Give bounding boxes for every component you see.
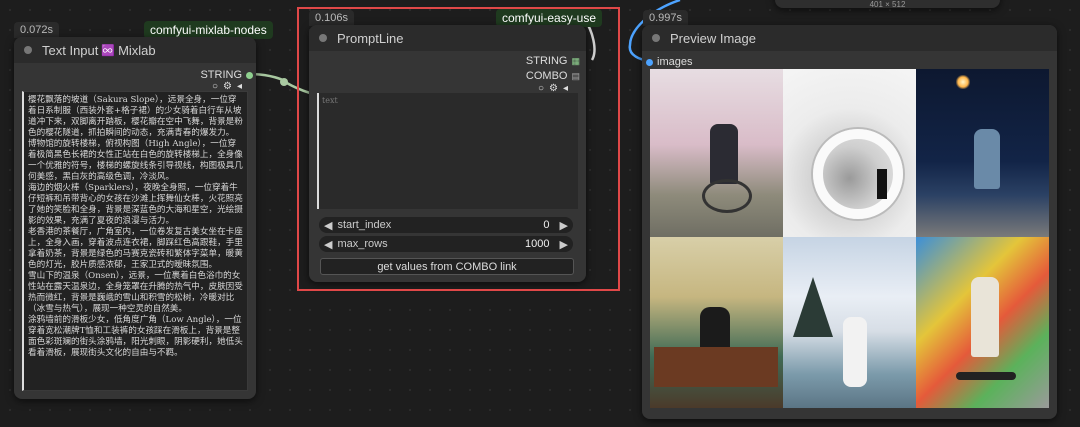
node-time-badge: 0.997s — [643, 10, 689, 26]
collapse-dot[interactable] — [24, 46, 32, 54]
text-input-node[interactable]: Text Input ♾️ Mixlab STRING ○ ⚙ ◂ 樱花飘落的坡… — [14, 37, 256, 399]
link-midpoint — [280, 78, 288, 86]
input-images[interactable]: images — [646, 56, 692, 68]
image-size-label: 401 × 512 — [869, 0, 906, 9]
node-title: Preview Image — [670, 30, 756, 46]
node-title-suffix: Mixlab — [118, 42, 156, 58]
infinity-icon: ♾️ — [101, 44, 116, 57]
partial-node-top[interactable]: 401 × 512 — [775, 0, 1000, 9]
preview-image-node[interactable]: Preview Image images — [642, 25, 1057, 419]
collapse-dot[interactable] — [652, 34, 660, 42]
preview-thumbnail[interactable] — [650, 237, 783, 408]
input-socket[interactable] — [646, 58, 653, 66]
preview-thumbnail[interactable] — [916, 69, 1049, 237]
output-socket[interactable] — [246, 71, 253, 79]
node-title-bar[interactable]: Text Input ♾️ Mixlab — [14, 37, 256, 63]
output-string[interactable]: STRING — [200, 69, 253, 81]
node-title-bar[interactable]: Preview Image — [642, 25, 1057, 51]
preview-thumbnail[interactable] — [783, 69, 916, 237]
preview-thumbnail[interactable] — [916, 237, 1049, 408]
node-title: Text Input — [42, 42, 99, 58]
selection-outline — [297, 7, 620, 291]
text-input-area[interactable]: 樱花飘落的坡道（Sakura Slope），远景全身，一位穿着日系制服（西装外套… — [22, 91, 248, 391]
node-time-badge: 0.072s — [14, 22, 60, 38]
preview-thumbnail[interactable] — [650, 69, 783, 237]
preview-thumbnail[interactable] — [783, 237, 916, 408]
